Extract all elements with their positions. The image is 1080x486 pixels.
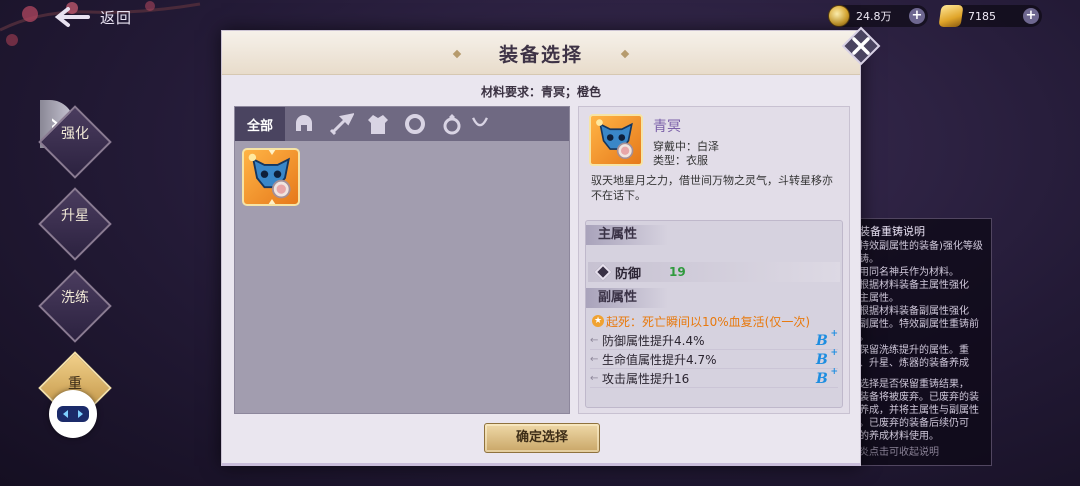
close-button[interactable] xyxy=(841,26,881,66)
side-tab-label: 洗练 xyxy=(61,290,89,306)
main-attr-row: 防御 19 xyxy=(588,262,840,282)
sub-attr-text: 攻击属性提升16 xyxy=(602,372,690,386)
sub-attr-row: ← 攻击属性提升16 B + xyxy=(590,367,838,388)
weapon-icon xyxy=(329,113,354,136)
modal-bottom-strip xyxy=(222,463,860,466)
ring-icon xyxy=(443,114,460,135)
help-line: 选择是否保留重铸结果， xyxy=(859,379,969,390)
equipment-select-modal: 装备选择 材料要求：青冥；橙色 全部 青冥 穿戴中：白泽 类型：衣服 驭天地星月… xyxy=(221,30,861,466)
arrow-left-icon: ← xyxy=(590,373,599,384)
back-button[interactable]: 返回 xyxy=(52,4,152,30)
special-attr-row: ★ 起死：死亡瞬间以10%血复活(仅一次) xyxy=(592,312,840,330)
recast-help-panel[interactable]: 装备重铸说明 特效副属性的装备)强化等级 铸。 用同名神兵作为材料。 根据材料装… xyxy=(846,218,992,466)
grade-plus: + xyxy=(830,347,838,358)
armor-icon xyxy=(367,115,388,134)
back-label: 返回 xyxy=(100,8,133,27)
gold-ingot-icon xyxy=(938,5,964,27)
item-type: 类型：衣服 xyxy=(653,154,708,167)
close-icon xyxy=(841,26,881,66)
detail-item-icon xyxy=(589,114,643,166)
grade-letter: B xyxy=(816,332,828,349)
main-attr-value: 19 xyxy=(669,265,686,279)
defense-diamond-icon xyxy=(594,263,612,281)
main-attr-header: 主属性 xyxy=(586,225,668,245)
side-tab-label: 强化 xyxy=(61,126,89,142)
sub-attr-header: 副属性 xyxy=(586,288,668,308)
sub-attr-row: ← 生命值属性提升4.7% B + xyxy=(590,348,838,369)
qingming-armor-icon xyxy=(596,119,634,160)
floating-gamepad-button[interactable] xyxy=(49,390,97,438)
help-line: 、升星、炼器的装备养成 xyxy=(859,358,969,369)
grade-badge: B + xyxy=(816,367,838,387)
side-tab-label: 升星 xyxy=(61,208,89,224)
help-line: 用同名神兵作为材料。 xyxy=(859,267,959,278)
equipment-list-panel: 全部 xyxy=(234,106,570,414)
tab-weapon[interactable] xyxy=(322,107,359,141)
equipment-slot-qingming[interactable] xyxy=(242,148,300,206)
gold-value: 7185 xyxy=(968,9,996,23)
help-line: 的养成材料使用。 xyxy=(859,431,939,442)
title-ornament xyxy=(452,49,462,59)
help-title: 装备重铸说明 xyxy=(859,225,925,238)
material-requirement: 材料要求：青冥；橙色 xyxy=(480,85,601,99)
add-gold-button[interactable]: + xyxy=(1023,8,1039,24)
add-coins-button[interactable]: + xyxy=(909,8,925,24)
tab-ring[interactable] xyxy=(433,107,470,141)
equipment-detail-panel: 青冥 穿戴中：白泽 类型：衣服 驭天地星月之力，借世间万物之灵气，斗转星移亦不在… xyxy=(578,106,850,414)
back-arrow-icon xyxy=(54,7,90,27)
confirm-select-button[interactable]: 确定选择 xyxy=(484,423,600,453)
modal-title: 装备选择 xyxy=(498,44,583,66)
item-description: 驭天地星月之力，借世间万物之灵气，斗转星移亦不在话下。 xyxy=(591,174,833,202)
help-line: 保留洗练提升的属性。重 xyxy=(859,345,969,356)
special-attr-text: 起死：死亡瞬间以10%血复活(仅一次) xyxy=(606,314,811,329)
currency-coins: 24.8万 + xyxy=(828,5,928,27)
help-line: 主属性。 xyxy=(859,293,899,304)
help-line: 。已废弃的装备后续仍可 xyxy=(859,418,969,429)
sub-attr-row: ← 防御属性提升4.4% B + xyxy=(590,329,838,350)
coin-icon xyxy=(828,5,850,27)
tab-bracelet[interactable] xyxy=(396,107,433,141)
necklace-icon xyxy=(472,117,488,127)
arrow-left-icon: ← xyxy=(590,354,599,365)
special-effect-icon: ★ xyxy=(592,315,604,327)
bracelet-icon xyxy=(404,114,425,134)
attribute-box: 主属性 防御 19 副属性 ★ 起死：死亡瞬间以10%血复活(仅一次) ← 防御… xyxy=(585,220,843,408)
title-ornament xyxy=(620,49,630,59)
tab-helmet[interactable] xyxy=(285,107,322,141)
arrow-left-icon: ← xyxy=(590,335,599,346)
grade-letter: B xyxy=(816,351,828,368)
tab-armor[interactable] xyxy=(359,107,396,141)
grade-badge: B + xyxy=(816,348,838,368)
help-spacer xyxy=(859,370,985,378)
helmet-icon xyxy=(295,115,312,131)
help-line: 特效副属性的装备)强化等级 xyxy=(859,241,983,252)
help-footer[interactable]: 炎点击可收起说明 xyxy=(859,446,985,459)
top-bar: 返回 24.8万 + 7185 + xyxy=(0,0,1080,34)
grade-plus: + xyxy=(830,366,838,377)
tab-all[interactable]: 全部 xyxy=(235,107,285,141)
qingming-armor-icon xyxy=(248,153,291,199)
filter-bar: 全部 xyxy=(235,107,569,141)
help-line: 装备将被废弃。已废弃的装 xyxy=(859,392,979,403)
sub-attr-text: 生命值属性提升4.7% xyxy=(602,353,717,367)
grade-letter: B xyxy=(816,370,828,387)
grade-badge: B + xyxy=(816,329,838,349)
main-attr-name: 防御 xyxy=(615,266,642,282)
help-line: 根据材料装备主属性强化 xyxy=(859,280,969,291)
modal-header: 装备选择 xyxy=(222,31,860,75)
sub-attr-text: 防御属性提升4.4% xyxy=(602,334,705,348)
help-line: 。 xyxy=(859,332,869,343)
help-line: 副属性。特效副属性重铸前 xyxy=(859,319,979,330)
currency-gold: 7185 + xyxy=(938,5,1042,27)
help-line: 根据材料装备副属性强化 xyxy=(859,306,969,317)
help-line: 养成，并将主属性与副属性 xyxy=(859,405,979,416)
tab-necklace[interactable] xyxy=(470,107,490,141)
item-name: 青冥 xyxy=(653,119,681,135)
grade-plus: + xyxy=(830,328,838,339)
help-line: 铸。 xyxy=(859,254,879,265)
coin-value: 24.8万 xyxy=(856,10,892,23)
gamepad-icon xyxy=(57,406,89,422)
